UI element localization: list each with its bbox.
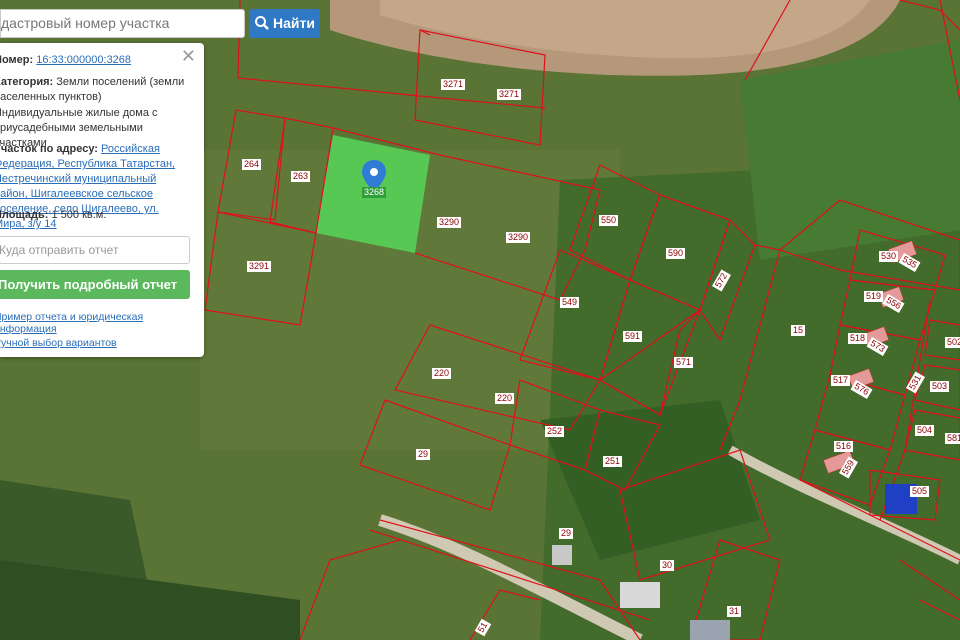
parcel-label[interactable]: 502 bbox=[945, 337, 960, 348]
sample-report-link[interactable]: Пример отчета и юридическая информация bbox=[0, 311, 204, 335]
parcel-label[interactable]: 505 bbox=[910, 486, 930, 497]
search-button-label: Найти bbox=[273, 15, 315, 31]
parcel-label[interactable]: 550 bbox=[599, 215, 619, 226]
search-placeholder: дастровый номер участка bbox=[1, 15, 170, 31]
marker-label: 3268 bbox=[362, 187, 387, 198]
parcel-label[interactable]: 517 bbox=[831, 375, 851, 386]
parcel-label[interactable]: 15 bbox=[791, 325, 806, 336]
parcel-label[interactable]: 3291 bbox=[247, 261, 272, 272]
category-row: Категория: Земли поселений (земли населе… bbox=[0, 75, 190, 105]
parcel-label[interactable]: 220 bbox=[432, 368, 452, 379]
parcel-label[interactable]: 29 bbox=[416, 449, 431, 460]
get-report-button[interactable]: Получить подробный отчет bbox=[0, 270, 190, 299]
parcel-info-panel: ✕ Номер: 16:33:000000:3268 Категория: Зе… bbox=[0, 43, 204, 357]
parcel-label[interactable]: 3290 bbox=[506, 232, 531, 243]
parcel-label[interactable]: 516 bbox=[834, 441, 854, 452]
parcel-label[interactable]: 518 bbox=[848, 333, 868, 344]
parcel-label[interactable]: 581 bbox=[945, 433, 960, 444]
search-button[interactable]: Найти bbox=[249, 9, 320, 38]
parcel-label[interactable]: 220 bbox=[495, 393, 515, 404]
parcel-label[interactable]: 252 bbox=[545, 426, 565, 437]
address-label: Участок по адресу: bbox=[0, 143, 98, 155]
parcel-label[interactable]: 251 bbox=[603, 456, 623, 467]
search-input[interactable]: дастровый номер участка bbox=[0, 9, 245, 38]
parcel-label[interactable]: 3290 bbox=[437, 217, 462, 228]
parcel-label[interactable]: 504 bbox=[915, 425, 935, 436]
parcel-label[interactable]: 549 bbox=[560, 297, 580, 308]
email-input[interactable]: Куда отправить отчет bbox=[0, 236, 190, 264]
area-value: 1 500 кв.м. bbox=[51, 209, 107, 221]
area-label: Площадь: bbox=[0, 209, 49, 221]
parcel-label[interactable]: 591 bbox=[623, 331, 643, 342]
category-label: Категория: bbox=[0, 76, 54, 88]
email-placeholder: Куда отправить отчет bbox=[0, 243, 119, 257]
parcel-label[interactable]: 530 bbox=[879, 251, 899, 262]
area-row: Площадь: 1 500 кв.м. bbox=[0, 208, 190, 223]
parcel-label[interactable]: 29 bbox=[559, 528, 574, 539]
parcel-label[interactable]: 3271 bbox=[441, 79, 466, 90]
parcel-label[interactable]: 31 bbox=[727, 606, 742, 617]
number-label: Номер: bbox=[0, 54, 34, 66]
parcel-label[interactable]: 571 bbox=[674, 357, 694, 368]
report-button-label: Получить подробный отчет bbox=[0, 277, 178, 292]
parcel-label[interactable]: 519 bbox=[864, 291, 884, 302]
parcel-label[interactable]: 30 bbox=[660, 560, 675, 571]
parcel-label[interactable]: 503 bbox=[930, 381, 950, 392]
search-icon bbox=[255, 16, 269, 30]
parcel-label[interactable]: 3271 bbox=[497, 89, 522, 100]
parcel-label[interactable]: 263 bbox=[291, 171, 311, 182]
parcel-label[interactable]: 590 bbox=[666, 248, 686, 259]
manual-select-link[interactable]: Ручной выбор вариантов bbox=[0, 337, 117, 349]
parcel-label[interactable]: 264 bbox=[242, 159, 262, 170]
number-row: Номер: 16:33:000000:3268 bbox=[0, 53, 190, 68]
number-link[interactable]: 16:33:000000:3268 bbox=[36, 54, 131, 66]
